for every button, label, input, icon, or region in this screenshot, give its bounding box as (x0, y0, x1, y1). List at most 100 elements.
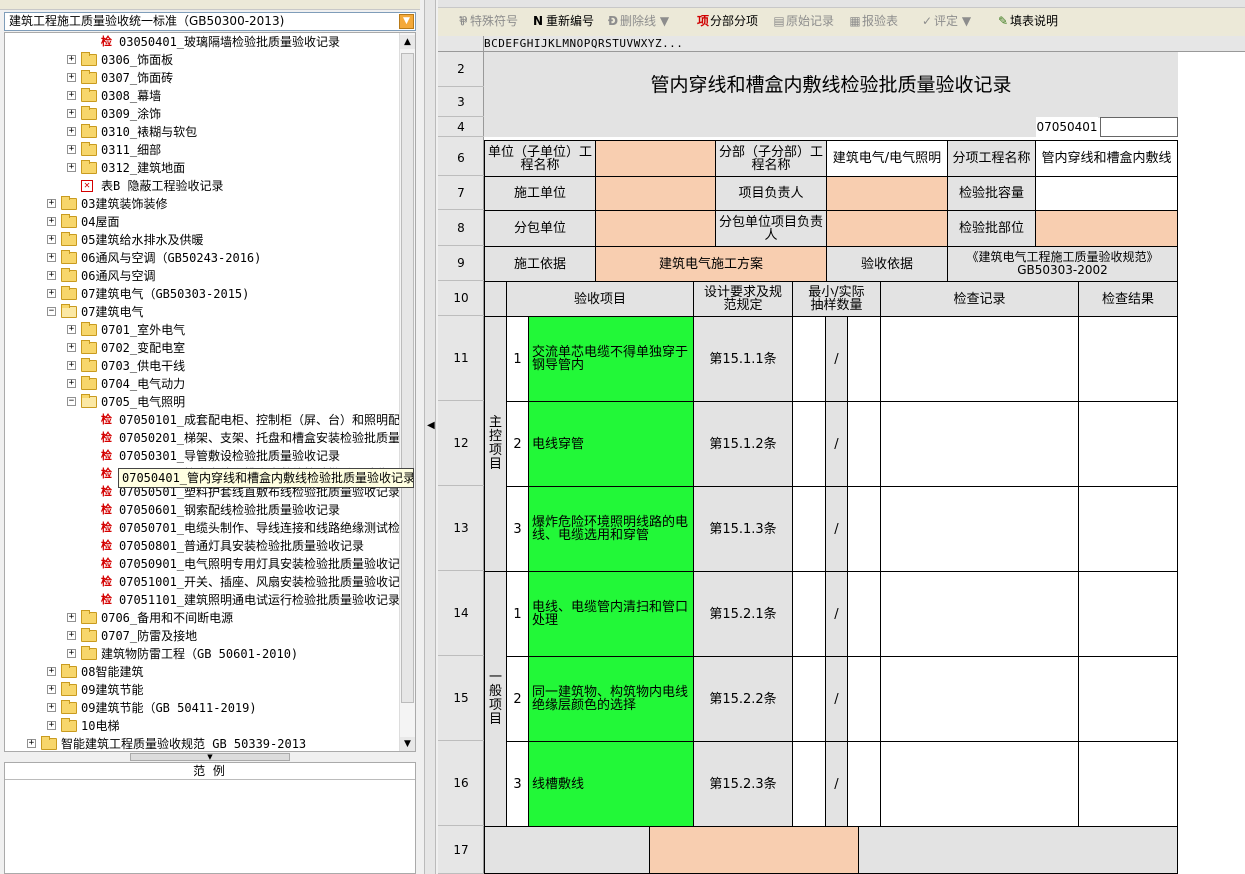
item-min-sample[interactable] (792, 741, 826, 827)
item-min-sample[interactable] (792, 486, 826, 572)
item-result[interactable] (1078, 401, 1178, 487)
row-number[interactable]: 7 (438, 176, 484, 210)
fill-guide-button[interactable]: ✎ 填表说明 (996, 12, 1058, 30)
batch-location-value[interactable] (1035, 210, 1178, 247)
sub-manager-value[interactable] (826, 210, 948, 247)
batch-capacity-value[interactable] (1035, 176, 1178, 211)
vertical-splitter[interactable]: ◀ (424, 0, 436, 874)
project-manager-value[interactable] (826, 176, 948, 211)
expand-icon[interactable]: + (67, 343, 76, 352)
expand-icon[interactable]: + (47, 703, 56, 712)
tree-node[interactable]: +10电梯 (5, 717, 400, 735)
expand-icon[interactable]: + (47, 271, 56, 280)
original-record-button[interactable]: ▤原始记录 (772, 12, 834, 30)
row17-value[interactable] (649, 826, 859, 874)
expand-icon[interactable]: + (47, 721, 56, 730)
item-sample-extra[interactable] (847, 741, 881, 827)
tree-node[interactable]: +0704_电气动力 (5, 375, 400, 393)
chevron-down-icon[interactable]: ▼ (399, 14, 414, 29)
tree-node[interactable]: 检 07050801_普通灯具安装检验批质量验收记录 (5, 537, 400, 555)
item-min-sample[interactable] (792, 401, 826, 487)
item-record[interactable] (880, 401, 1079, 487)
item-sample-extra[interactable] (847, 401, 881, 487)
tree-node[interactable]: +0706_备用和不间断电源 (5, 609, 400, 627)
expand-icon[interactable]: + (47, 289, 56, 298)
tree-node[interactable]: +0312_建筑地面 (5, 159, 400, 177)
expand-icon[interactable]: + (67, 361, 76, 370)
expand-icon[interactable]: + (47, 667, 56, 676)
expand-icon[interactable]: + (67, 613, 76, 622)
item-result[interactable] (1078, 656, 1178, 742)
item-record[interactable] (880, 486, 1079, 572)
sub-item-button[interactable]: 项分部分项 (696, 12, 758, 30)
subitem-value[interactable]: 管内穿线和槽盒内敷线 (1035, 140, 1178, 177)
expand-icon[interactable]: + (27, 739, 36, 748)
item-sample-extra[interactable] (847, 571, 881, 657)
tree-node[interactable]: 检 07050601_钢索配线检验批质量验收记录 (5, 501, 400, 519)
expand-icon[interactable]: + (67, 109, 76, 118)
row-number[interactable]: 15 (438, 656, 484, 741)
expand-icon[interactable]: + (67, 649, 76, 658)
expand-icon[interactable]: + (47, 217, 56, 226)
item-sample-extra[interactable] (847, 316, 881, 402)
tree-node[interactable]: 检 07050901_电气照明专用灯具安装检验批质量验收记录 (5, 555, 412, 573)
tree-node[interactable]: +0311_细部 (5, 141, 400, 159)
tree-node[interactable]: + 智能建筑工程质量验收规范 GB 50339-2013 (5, 735, 400, 751)
row-number[interactable]: 14 (438, 571, 484, 656)
contractor-value[interactable] (595, 176, 716, 211)
tree-node[interactable]: +0703_供电干线 (5, 357, 400, 375)
delete-line-button[interactable]: Ð 删除线 ▼ (606, 12, 669, 30)
expand-icon[interactable]: + (67, 631, 76, 640)
tree-node[interactable]: +09建筑节能（GB 50411-2019) (5, 699, 400, 717)
tree-node[interactable]: 检 03050401_玻璃隔墙检验批质量验收记录 (5, 33, 400, 51)
item-record[interactable] (880, 741, 1079, 827)
tree-node[interactable]: ✕ 表B 隐蔽工程验收记录 (5, 177, 400, 195)
standard-tree[interactable]: 检 03050401_玻璃隔墙检验批质量验收记录 +0306_饰面板 +0307_饰面… (4, 32, 416, 752)
row-number[interactable]: 13 (438, 486, 484, 571)
tree-node[interactable]: +0702_变配电室 (5, 339, 400, 357)
expand-icon[interactable]: + (67, 55, 76, 64)
item-record[interactable] (880, 316, 1079, 402)
scroll-down-icon[interactable]: ▼ (400, 737, 415, 751)
tree-node[interactable]: +0307_饰面砖 (5, 69, 400, 87)
tree-node[interactable]: 检 07051001_开关、插座、风扇安装检验批质量验收记录 (5, 573, 412, 591)
collapse-icon[interactable]: − (47, 307, 56, 316)
tree-node[interactable]: +0309_涂饰 (5, 105, 400, 123)
unit-value[interactable] (595, 140, 716, 177)
evaluate-button[interactable]: ✓ 评定 ▼ (920, 12, 971, 30)
item-result[interactable] (1078, 316, 1178, 402)
item-result[interactable] (1078, 571, 1178, 657)
row-number[interactable]: 4 (438, 117, 484, 137)
row-number[interactable]: 10 (438, 281, 484, 316)
report-button[interactable]: ▦报验表 (848, 12, 898, 30)
row-number[interactable]: 11 (438, 316, 484, 401)
tree-node[interactable]: +06通风与空调 (5, 267, 400, 285)
tree-node[interactable]: 检 07050701_电缆头制作、导线连接和线路绝缘测试检验 (5, 519, 412, 537)
item-record[interactable] (880, 571, 1079, 657)
select-all-corner[interactable] (438, 36, 484, 52)
item-result[interactable] (1078, 486, 1178, 572)
scroll-up-icon[interactable]: ▲ (400, 35, 415, 49)
tree-node[interactable]: +0308_幕墙 (5, 87, 400, 105)
pane-resize-handle[interactable]: ▼ (130, 753, 290, 761)
tree-node[interactable]: +08智能建筑 (5, 663, 400, 681)
row-number[interactable]: 6 (438, 140, 484, 176)
renumber-button[interactable]: N 重新编号 (530, 12, 594, 30)
row-number[interactable]: 9 (438, 246, 484, 281)
form-code-box[interactable] (1100, 117, 1178, 137)
tree-node[interactable]: − 0705_电气照明 (5, 393, 400, 411)
expand-icon[interactable]: + (47, 685, 56, 694)
standard-select[interactable]: 建筑工程施工质量验收统一标准（GB50300-2013) ▼ (4, 12, 416, 31)
expand-icon[interactable]: + (67, 379, 76, 388)
item-min-sample[interactable] (792, 656, 826, 742)
row-number[interactable]: 8 (438, 210, 484, 246)
row-number[interactable]: 16 (438, 741, 484, 826)
item-min-sample[interactable] (792, 571, 826, 657)
subcontractor-value[interactable] (595, 210, 716, 247)
row-number[interactable]: 17 (438, 826, 484, 874)
item-sample-extra[interactable] (847, 656, 881, 742)
tree-node[interactable]: +04屋面 (5, 213, 400, 231)
tree-node[interactable]: +0707_防雷及接地 (5, 627, 400, 645)
division-value[interactable]: 建筑电气/电气照明 (826, 140, 948, 177)
row-number[interactable]: 3 (438, 87, 484, 117)
